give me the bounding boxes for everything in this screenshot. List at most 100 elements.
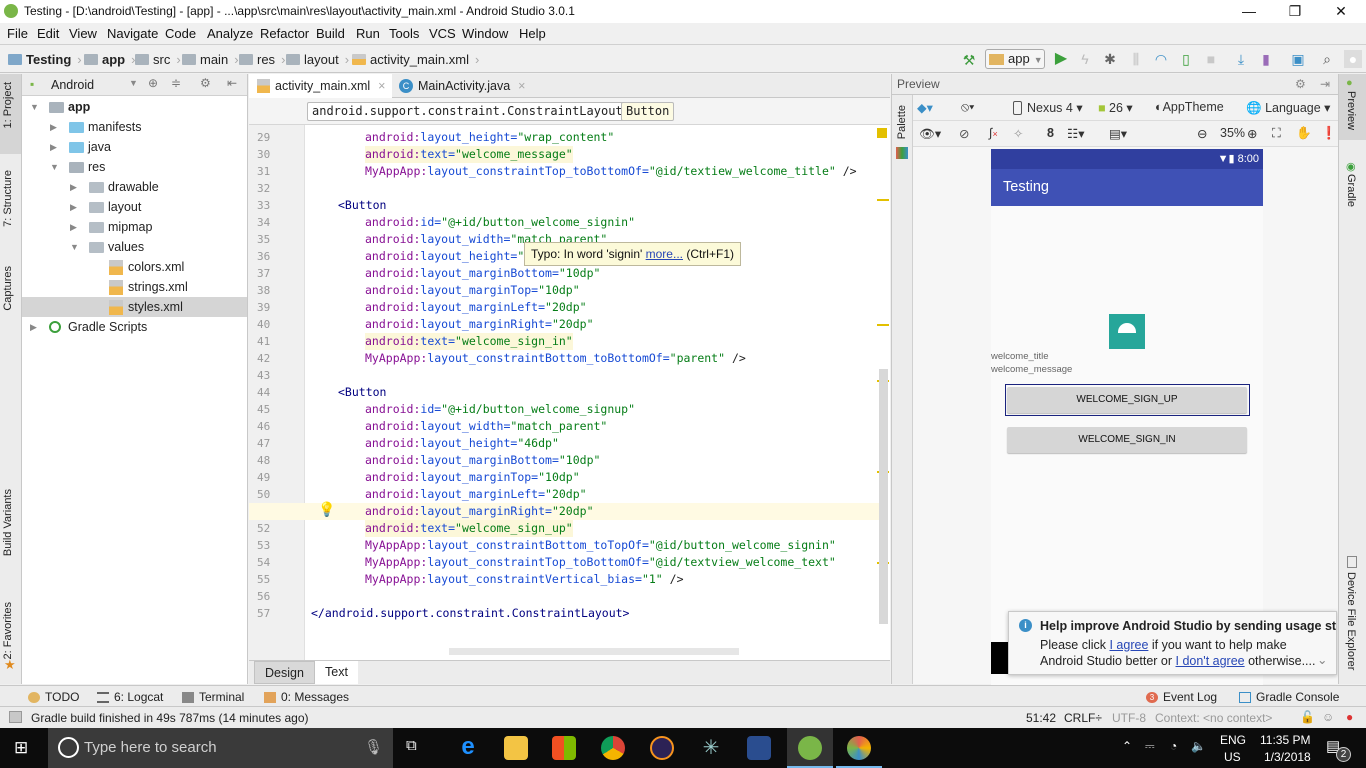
code-line[interactable]: MyAppApp:layout_constraintTop_toBottomOf… <box>365 554 836 571</box>
android-studio-taskbar-button[interactable] <box>787 728 833 768</box>
code-line[interactable]: android:id="@+id/button_welcome_signin" <box>365 214 635 231</box>
horizontal-scrollbar[interactable] <box>449 648 739 655</box>
menu-window[interactable]: Window <box>462 26 508 41</box>
tool-tab-project[interactable]: 1: Project <box>2 82 14 128</box>
logcat-device-icon[interactable]: ▯ <box>1177 50 1195 68</box>
status-message[interactable]: Gradle build finished in 49s 787ms (14 m… <box>31 711 309 725</box>
attach-debugger-icon[interactable]: ⫼ <box>1127 50 1145 68</box>
project-view-selector[interactable]: Android <box>51 78 94 92</box>
breadcrumb-src[interactable]: src › <box>135 52 181 67</box>
signup-button[interactable]: WELCOME_SIGN_UP <box>1007 387 1247 413</box>
language-select[interactable]: 🌐 Language ▾ <box>1246 100 1330 116</box>
menu-build[interactable]: Build <box>316 26 345 41</box>
tool-messages[interactable]: 0: Messages <box>264 690 349 704</box>
breadcrumb-file[interactable]: activity_main.xml › <box>352 52 479 67</box>
breadcrumb-app[interactable]: app › <box>84 52 135 67</box>
code-line[interactable]: android:layout_marginTop="10dp" <box>365 469 580 486</box>
tool-terminal[interactable]: Terminal <box>182 690 244 704</box>
tool-tab-build-variants[interactable]: Build Variants <box>2 489 14 556</box>
code-line[interactable]: <Button <box>338 197 386 214</box>
menu-help[interactable]: Help <box>519 26 546 41</box>
code-line[interactable]: android:layout_marginBottom="10dp" <box>365 265 600 282</box>
tree-item[interactable]: ▶ java <box>22 137 247 157</box>
apply-changes-icon[interactable]: ϟ <box>1076 50 1094 68</box>
code-line[interactable]: MyAppApp:layout_constraintBottom_toTopOf… <box>365 537 836 554</box>
tree-item[interactable]: ▶ layout <box>22 197 247 217</box>
file-encoding[interactable]: UTF-8 <box>1112 711 1146 725</box>
task-view-icon[interactable]: ⧉ <box>406 737 417 754</box>
tree-item[interactable]: ▶ mipmap <box>22 217 247 237</box>
align-icon[interactable]: ▤▾ <box>1109 126 1127 141</box>
error-icon[interactable]: ● <box>1346 710 1353 724</box>
menu-navigate[interactable]: Navigate <box>107 26 158 41</box>
tool-tab-gradle[interactable]: Gradle <box>1345 174 1357 207</box>
input-region[interactable]: US <box>1224 750 1241 764</box>
inspector-icon[interactable]: ☺ <box>1322 710 1334 724</box>
windows-start-icon[interactable]: ⊞ <box>14 738 28 758</box>
clear-constraints-icon[interactable]: ∫× <box>989 126 998 140</box>
lightbulb-icon[interactable]: 💡 <box>318 501 335 518</box>
sdk-manager-icon[interactable]: ⤓ <box>1232 50 1250 68</box>
menu-vcs[interactable]: VCS <box>429 26 456 41</box>
orientation-icon[interactable]: ⦸▾ <box>961 100 974 115</box>
breadcrumb-testing[interactable]: Testing › <box>8 52 82 67</box>
editor-scrollbar[interactable] <box>879 369 888 624</box>
tool-gradle-console[interactable]: Gradle Console <box>1239 690 1339 704</box>
welcome-message-text[interactable]: welcome_message <box>991 364 1072 375</box>
debug-icon[interactable]: ✱ <box>1101 50 1119 68</box>
zoom-in-icon[interactable]: ⊕ <box>1247 126 1257 141</box>
error-stripe-mark[interactable] <box>877 199 889 201</box>
expand-arrow-icon[interactable]: ▶ <box>50 137 57 157</box>
code-line[interactable]: <Button <box>338 384 386 401</box>
code-line[interactable]: android:layout_marginTop="10dp" <box>365 282 580 299</box>
menu-code[interactable]: Code <box>165 26 196 41</box>
layers-icon[interactable]: ◆▾ <box>917 100 933 115</box>
menu-view[interactable]: View <box>69 26 97 41</box>
error-icon[interactable]: ❗ <box>1321 126 1337 141</box>
avd-manager-icon[interactable]: ▮ <box>1257 50 1275 68</box>
maximize-button[interactable]: ❐ <box>1272 0 1318 23</box>
volume-icon[interactable]: 🔈 <box>1191 739 1206 753</box>
chrome-icon[interactable] <box>601 736 625 760</box>
zoom-out-icon[interactable]: ⊖ <box>1197 126 1207 141</box>
tree-item[interactable]: styles.xml <box>22 297 247 317</box>
clock-date[interactable]: 1/3/2018 <box>1264 750 1311 764</box>
context-indicator[interactable]: Context: <no context> <box>1155 711 1272 725</box>
tag-crumb-button[interactable]: Button <box>621 102 675 121</box>
lock-icon[interactable]: 🔓 <box>1300 710 1315 724</box>
tool-tab-structure[interactable]: 7: Structure <box>2 170 14 227</box>
code-line[interactable]: android:layout_marginRight="20dp" <box>365 316 594 333</box>
toggle-tool-buttons-icon[interactable] <box>9 711 22 723</box>
microphone-icon[interactable]: 🎙 <box>364 738 383 756</box>
infer-constraints-icon[interactable]: ✧ <box>1013 126 1023 141</box>
search-icon[interactable]: ⌕ <box>1318 50 1336 68</box>
code-line[interactable]: </android.support.constraint.ConstraintL… <box>311 605 630 622</box>
close-tab-icon[interactable]: × <box>518 79 525 93</box>
autoconnect-icon[interactable]: ⊘ <box>959 126 969 141</box>
menu-analyze[interactable]: Analyze <box>207 26 253 41</box>
tree-item[interactable]: ▼ app <box>22 97 247 117</box>
code-line[interactable]: MyAppApp:layout_constraintVertical_bias=… <box>365 571 684 588</box>
menu-tools[interactable]: Tools <box>389 26 419 41</box>
clock-time[interactable]: 11:35 PM <box>1260 733 1310 747</box>
welcome-title-text[interactable]: welcome_title <box>991 351 1049 362</box>
code-line[interactable]: android:text="welcome_message" <box>365 146 573 163</box>
hide-panel-icon[interactable]: ⇤ <box>227 76 237 90</box>
agree-link[interactable]: I agree <box>1109 638 1148 652</box>
run-config-select[interactable]: app ▼ <box>985 49 1045 69</box>
scroll-from-source-icon[interactable]: ⊕ <box>148 76 158 90</box>
paint-taskbar-button[interactable] <box>836 728 882 768</box>
tab-mainactivity-java[interactable]: C MainActivity.java × <box>392 74 532 98</box>
tool-tab-captures[interactable]: Captures <box>2 266 14 311</box>
project-structure-icon[interactable]: ▣ <box>1289 50 1307 68</box>
code-line[interactable]: MyAppApp:layout_constraintBottom_toBotto… <box>365 350 746 367</box>
eclipse-icon[interactable] <box>650 736 674 760</box>
wifi-icon[interactable]: ◔ <box>1170 739 1177 753</box>
collapse-all-icon[interactable]: ≑ <box>171 76 181 90</box>
code-line[interactable]: android:layout_height="46dp" <box>365 435 559 452</box>
file-explorer-icon[interactable] <box>504 736 528 760</box>
hide-panel-icon[interactable]: ⇥ <box>1320 74 1330 95</box>
media-app-icon[interactable] <box>747 736 771 760</box>
profiler-icon[interactable]: ◠ <box>1152 50 1170 68</box>
tree-item[interactable]: ▼ res <box>22 157 247 177</box>
